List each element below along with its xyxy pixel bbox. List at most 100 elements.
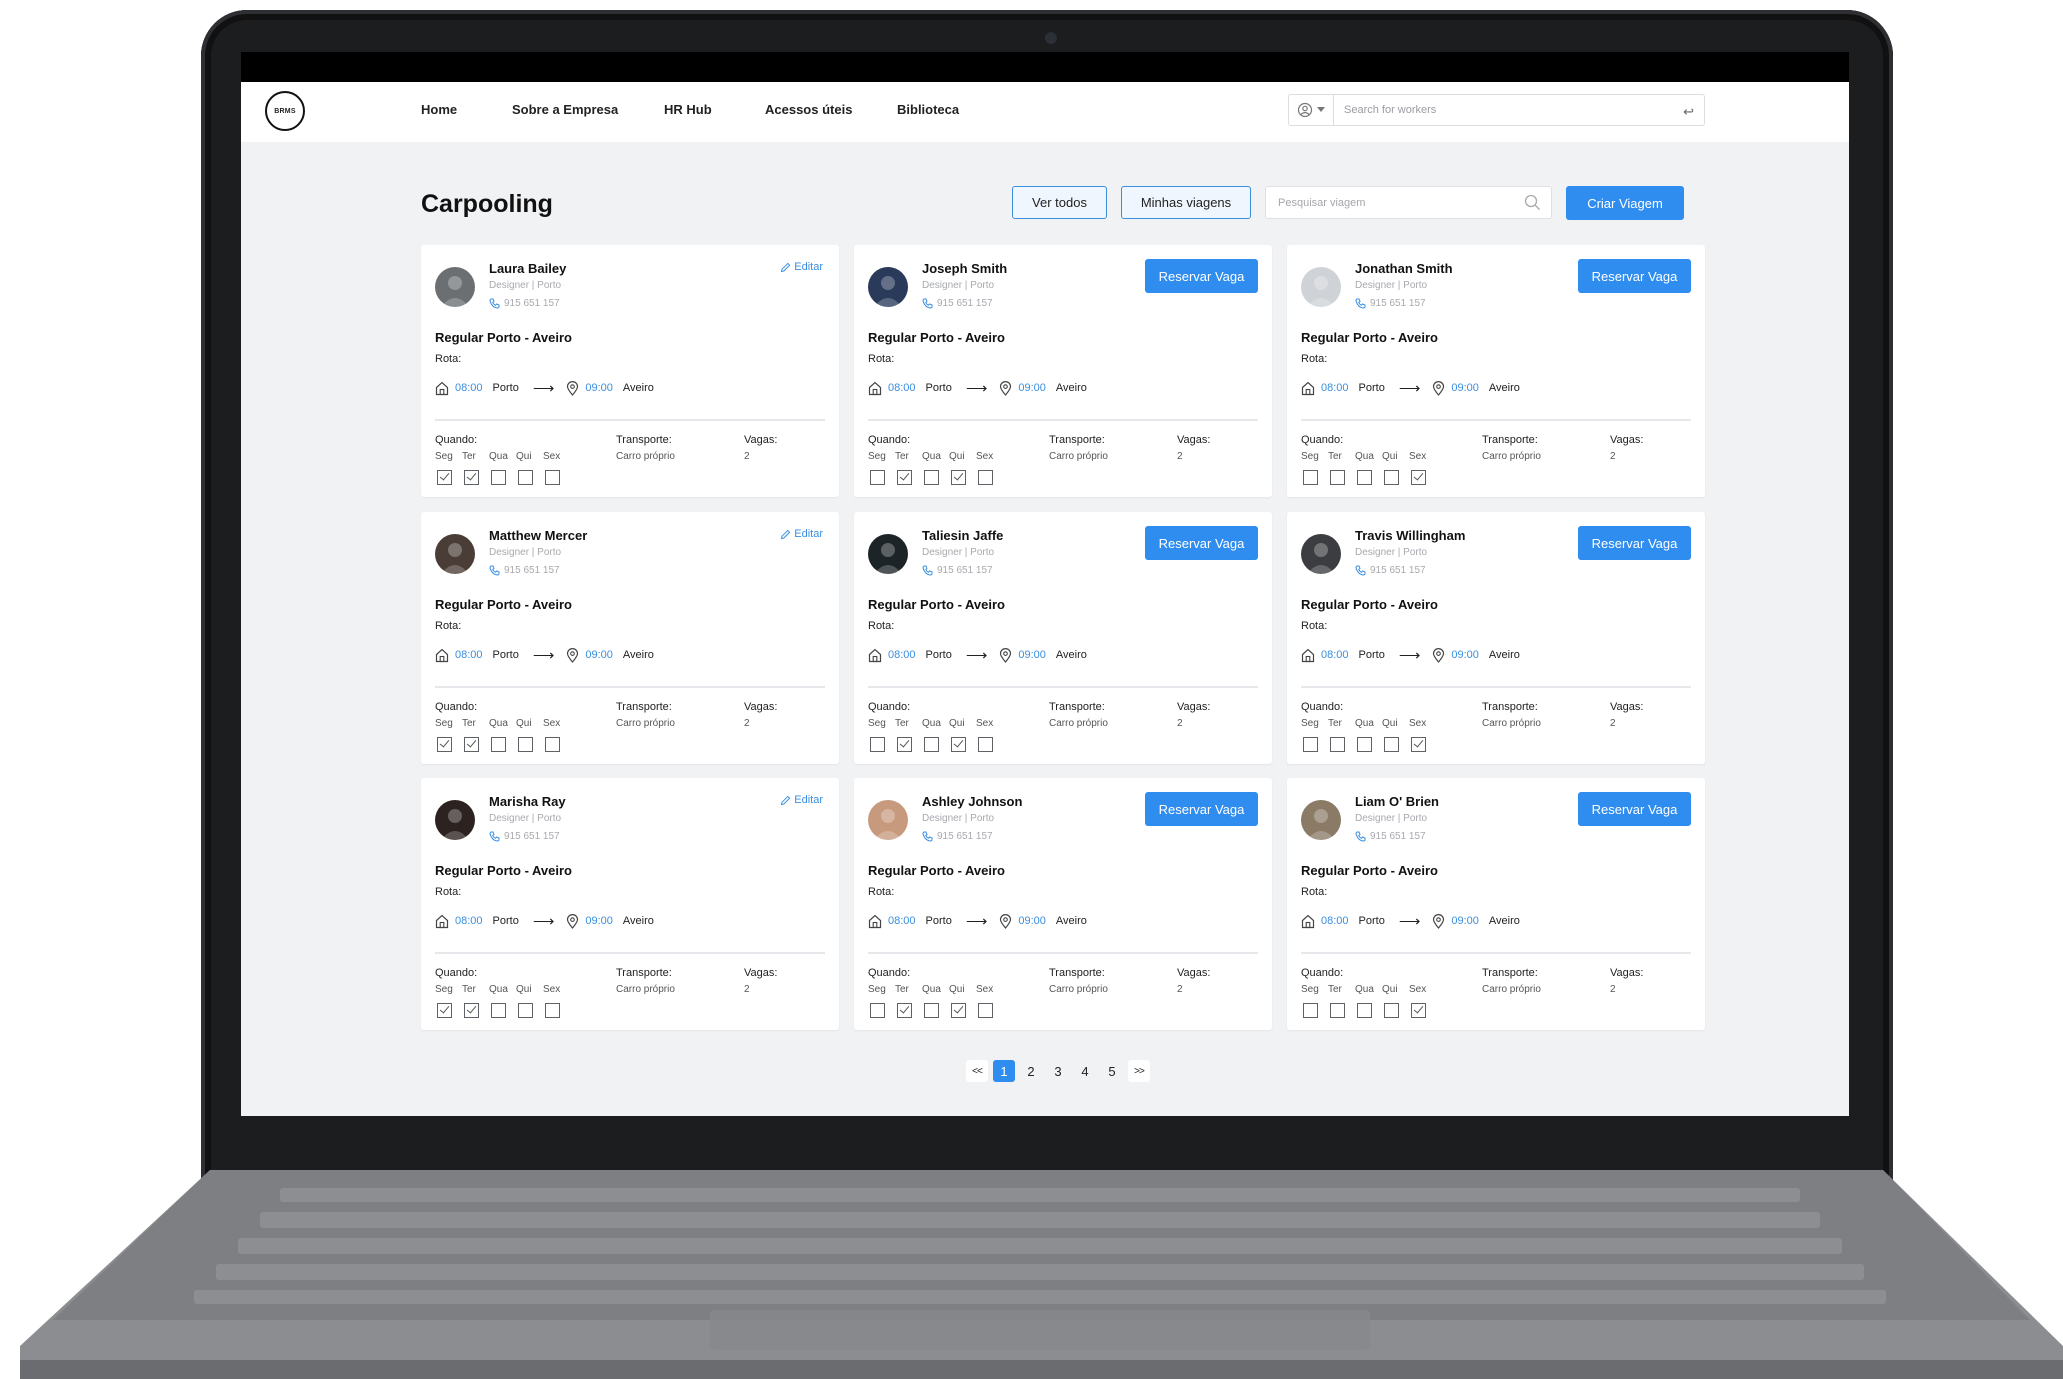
day-checkbox[interactable] <box>437 1003 452 1018</box>
day-checkbox[interactable] <box>491 737 506 752</box>
day-checkbox[interactable] <box>464 737 479 752</box>
nav-home[interactable]: Home <box>421 102 457 117</box>
arrival-place: Aveiro <box>622 382 654 394</box>
day-checkbox[interactable] <box>1411 470 1426 485</box>
view-all-button[interactable]: Ver todos <box>1012 186 1107 219</box>
day-label: Seg <box>435 718 453 729</box>
reserve-seat-button[interactable]: Reservar Vaga <box>1578 526 1691 560</box>
worker-search-input[interactable] <box>1342 103 1666 117</box>
day-checkbox[interactable] <box>951 1003 966 1018</box>
nav-acessos-uteis[interactable]: Acessos úteis <box>765 102 852 117</box>
route-details: 08:00 Porto ⟶ 09:00 Aveiro <box>435 646 654 664</box>
day-checkbox[interactable] <box>518 1003 533 1018</box>
day-checkbox[interactable] <box>978 1003 993 1018</box>
transport-label: Transporte: <box>616 701 672 713</box>
day-label: Sex <box>976 984 994 995</box>
arrow-right-icon: ⟶ <box>965 380 988 397</box>
arrival-time: 09:00 <box>1018 382 1046 394</box>
day-checkbox[interactable] <box>870 470 885 485</box>
day-checkbox[interactable] <box>1330 1003 1345 1018</box>
pagination-page-5[interactable]: 5 <box>1101 1060 1123 1082</box>
logo-text: BRMS <box>274 107 296 115</box>
trip-card: Marisha Ray Designer | Porto 915 651 157 Ed… <box>421 778 839 1030</box>
day-checkbox[interactable] <box>1303 470 1318 485</box>
company-logo[interactable]: BRMS <box>265 91 305 131</box>
edit-label: Editar <box>794 528 823 540</box>
day-checkbox[interactable] <box>1303 737 1318 752</box>
edit-link[interactable]: Editar <box>780 528 823 540</box>
day-checkbox[interactable] <box>870 1003 885 1018</box>
day-checkbox[interactable] <box>518 737 533 752</box>
edit-link[interactable]: Editar <box>780 261 823 273</box>
reserve-seat-button[interactable]: Reservar Vaga <box>1145 792 1258 826</box>
day-checkbox[interactable] <box>437 470 452 485</box>
day-checkbox[interactable] <box>518 470 533 485</box>
my-trips-button[interactable]: Minhas viagens <box>1121 186 1251 219</box>
day-checkbox[interactable] <box>1384 737 1399 752</box>
day-checkbox[interactable] <box>1384 1003 1399 1018</box>
day-checkbox[interactable] <box>978 737 993 752</box>
day-checkbox[interactable] <box>1357 1003 1372 1018</box>
edit-link[interactable]: Editar <box>780 794 823 806</box>
day-checkbox[interactable] <box>545 737 560 752</box>
day-checkbox[interactable] <box>491 1003 506 1018</box>
phone-number: 915 651 157 <box>1370 298 1426 309</box>
day-checkbox[interactable] <box>897 1003 912 1018</box>
day-checkbox[interactable] <box>924 1003 939 1018</box>
user-icon <box>1297 102 1313 118</box>
day-checkbox[interactable] <box>464 1003 479 1018</box>
avatar <box>1301 800 1341 840</box>
reserve-seat-button[interactable]: Reservar Vaga <box>1578 792 1691 826</box>
nav-biblioteca[interactable]: Biblioteca <box>897 102 959 117</box>
reserve-seat-button[interactable]: Reservar Vaga <box>1145 259 1258 293</box>
pagination-page-1[interactable]: 1 <box>993 1060 1015 1082</box>
nav-hr-hub[interactable]: HR Hub <box>664 102 712 117</box>
day-checkbox[interactable] <box>1330 737 1345 752</box>
enter-icon[interactable]: ↩ <box>1683 104 1694 120</box>
pencil-icon <box>781 795 791 805</box>
reserve-seat-button[interactable]: Reservar Vaga <box>1578 259 1691 293</box>
route-label: Rota: <box>868 886 895 898</box>
day-checkbox[interactable] <box>1303 1003 1318 1018</box>
location-pin-icon <box>567 647 579 663</box>
card-divider <box>868 686 1258 688</box>
day-checkbox[interactable] <box>1330 470 1345 485</box>
create-trip-button[interactable]: Criar Viagem <box>1566 186 1684 220</box>
user-menu-dropdown[interactable] <box>1288 94 1334 126</box>
pagination-prev-button[interactable]: << <box>966 1060 988 1082</box>
day-checkbox[interactable] <box>897 470 912 485</box>
arrival-place: Aveiro <box>1055 915 1087 927</box>
day-checkbox[interactable] <box>545 1003 560 1018</box>
day-checkbox[interactable] <box>1357 737 1372 752</box>
search-icon[interactable] <box>1524 194 1541 211</box>
day-checkbox[interactable] <box>491 470 506 485</box>
day-checkbox[interactable] <box>1411 737 1426 752</box>
route-label: Rota: <box>868 353 895 365</box>
nav-sobre-a-empresa[interactable]: Sobre a Empresa <box>512 102 618 117</box>
pagination-page-3[interactable]: 3 <box>1047 1060 1069 1082</box>
day-checkbox[interactable] <box>870 737 885 752</box>
day-checkbox[interactable] <box>545 470 560 485</box>
day-checkbox[interactable] <box>924 470 939 485</box>
transport-label: Transporte: <box>616 434 672 446</box>
day-checkbox[interactable] <box>951 737 966 752</box>
day-checkbox[interactable] <box>951 470 966 485</box>
reserve-seat-button[interactable]: Reservar Vaga <box>1145 526 1258 560</box>
day-checkbox[interactable] <box>1411 1003 1426 1018</box>
pagination-page-4[interactable]: 4 <box>1074 1060 1096 1082</box>
trip-card: Jonathan Smith Designer | Porto 915 651 15… <box>1287 245 1705 497</box>
pagination-next-button[interactable]: >> <box>1128 1060 1150 1082</box>
day-checkbox[interactable] <box>924 737 939 752</box>
day-checkbox[interactable] <box>464 470 479 485</box>
route-details: 08:00 Porto ⟶ 09:00 Aveiro <box>435 912 654 930</box>
day-checkbox[interactable] <box>978 470 993 485</box>
driver-name: Travis Willingham <box>1355 528 1466 543</box>
day-checkbox[interactable] <box>437 737 452 752</box>
when-label: Quando: <box>435 967 478 979</box>
day-label: Qui <box>1382 718 1398 729</box>
day-checkbox[interactable] <box>1357 470 1372 485</box>
day-checkbox[interactable] <box>1384 470 1399 485</box>
trip-search-input[interactable] <box>1276 196 1520 210</box>
pagination-page-2[interactable]: 2 <box>1020 1060 1042 1082</box>
day-checkbox[interactable] <box>897 737 912 752</box>
